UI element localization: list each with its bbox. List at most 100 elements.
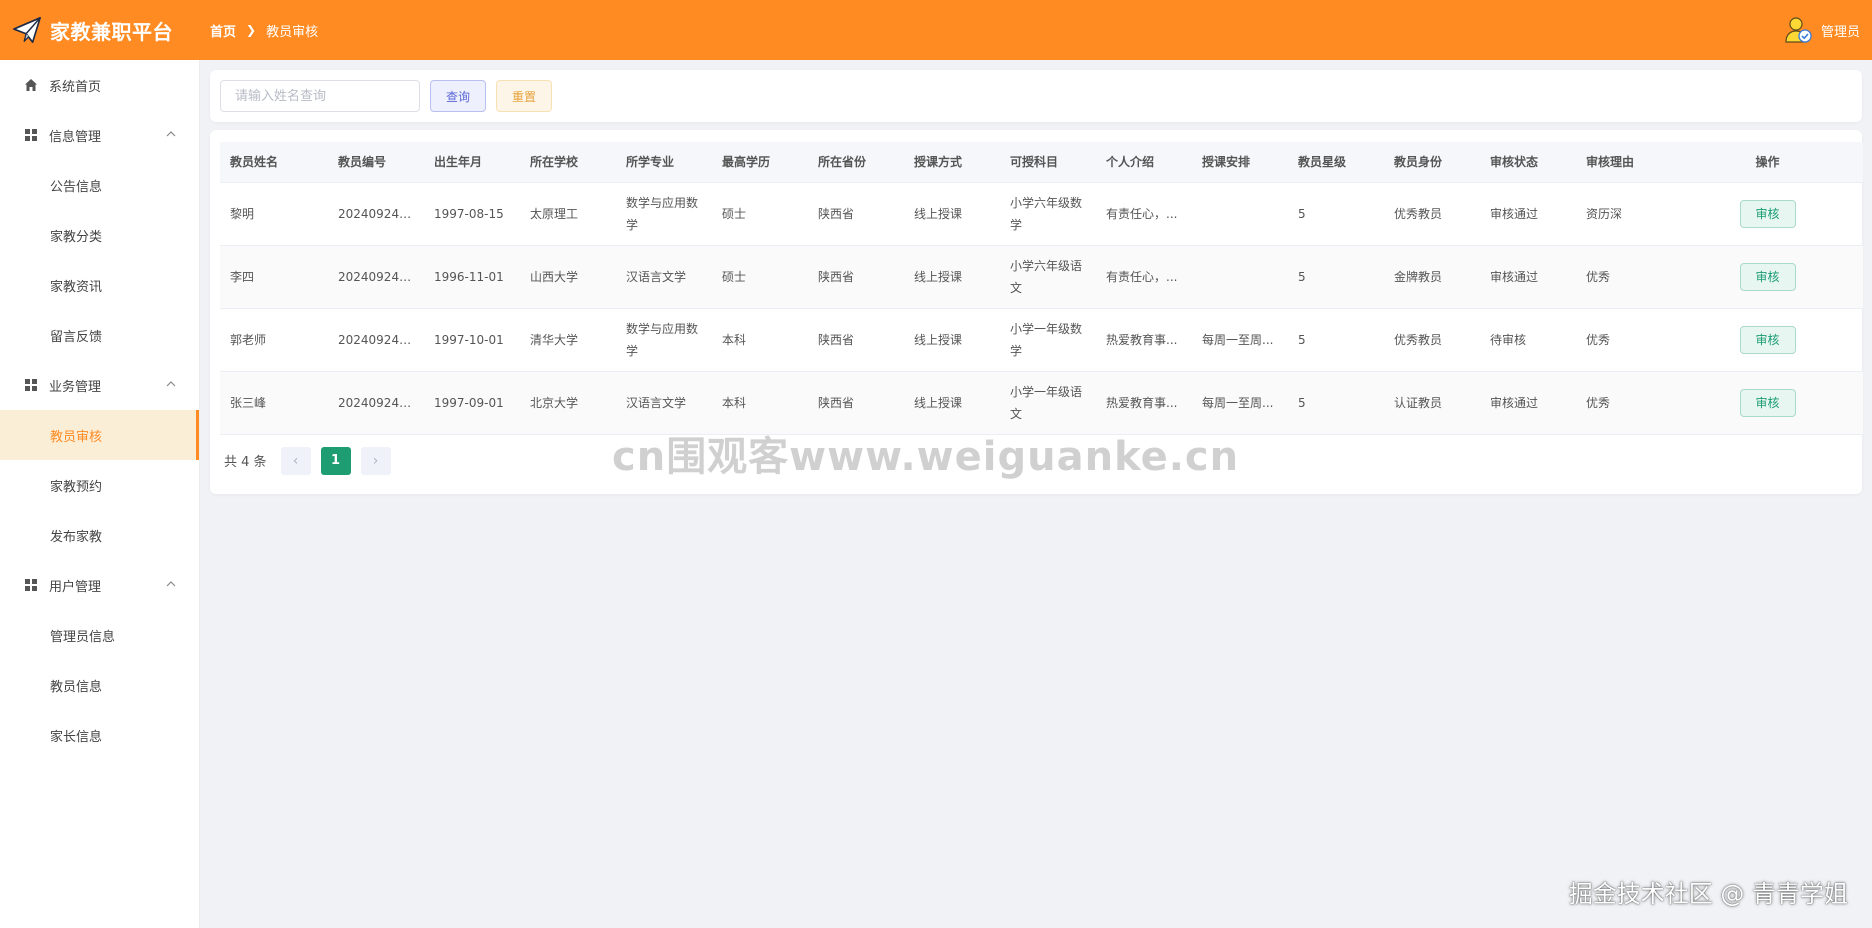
table-cell: 小学一年级数学 <box>1000 308 1096 372</box>
sidebar: 系统首页 信息管理 公告信息 家教分类 家教资讯 留言反馈 业务管理 教员审核 … <box>0 60 200 928</box>
tutor-table: 教员姓名 教员编号 出生年月 所在学校 所学专业 最高学历 所在省份 授课方式 可授科目 个人介绍… <box>220 142 1863 435</box>
next-page-button[interactable]: › <box>360 446 391 475</box>
table-cell: 1997-09-01 <box>424 371 520 435</box>
chevron-up-icon <box>166 381 176 387</box>
column-header: 教员编号 <box>328 142 424 183</box>
sidebar-item-tutor-info[interactable]: 教员信息 <box>0 660 199 710</box>
table-cell: 1997-10-01 <box>424 308 520 372</box>
table-cell <box>1192 245 1288 309</box>
sidebar-item-label: 业务管理 <box>49 379 102 395</box>
column-header: 可授科目 <box>1000 142 1096 183</box>
table-cell: 清华大学 <box>520 308 616 372</box>
table-cell: 审核通过 <box>1480 371 1576 435</box>
table-cell: 每周一至周... <box>1192 308 1288 372</box>
table-cell: 2024092400... <box>328 371 424 435</box>
table-cell: 线上授课 <box>904 308 1000 372</box>
column-header: 最高学历 <box>712 142 808 183</box>
column-header: 教员身份 <box>1384 142 1480 183</box>
breadcrumb-current: 教员审核 <box>266 24 319 40</box>
sidebar-item-label: 家教分类 <box>50 229 103 245</box>
table-cell: 优秀 <box>1576 371 1672 435</box>
table-cell-actions: 审核 <box>1672 182 1863 246</box>
prev-page-button[interactable]: ‹ <box>280 446 311 475</box>
column-header: 所学专业 <box>616 142 712 183</box>
table-cell: 审核通过 <box>1480 182 1576 246</box>
table-cell: 陕西省 <box>808 308 904 372</box>
query-button[interactable]: 查询 <box>430 80 486 112</box>
table-cell: 线上授课 <box>904 182 1000 246</box>
sidebar-item-label: 教员信息 <box>50 679 103 695</box>
table-cell: 5 <box>1288 182 1384 246</box>
table-cell: 热爱教育事... <box>1096 308 1192 372</box>
pagination-total: 共 4 条 <box>224 455 267 470</box>
column-header: 教员姓名 <box>220 142 328 183</box>
table-cell: 优秀教员 <box>1384 182 1480 246</box>
breadcrumb-home[interactable]: 首页 <box>210 21 236 40</box>
table-cell: 李四 <box>220 245 328 309</box>
sidebar-item-label: 用户管理 <box>49 579 102 595</box>
sidebar-item-label: 公告信息 <box>50 179 103 195</box>
app-title: 家教兼职平台 <box>50 19 173 44</box>
reset-button[interactable]: 重置 <box>496 80 552 112</box>
column-header: 审核状态 <box>1480 142 1576 183</box>
search-input[interactable] <box>220 80 420 112</box>
column-header: 所在省份 <box>808 142 904 183</box>
sidebar-item-feedback[interactable]: 留言反馈 <box>0 310 199 360</box>
sidebar-item-parent-info[interactable]: 家长信息 <box>0 710 199 760</box>
table-cell: 本科 <box>712 308 808 372</box>
table-cell: 2024092400... <box>328 308 424 372</box>
table-cell: 优秀 <box>1576 245 1672 309</box>
sidebar-item-tutor-review[interactable]: 教员审核 <box>0 410 199 460</box>
sidebar-item-home[interactable]: 系统首页 <box>0 60 199 110</box>
grid-icon <box>25 129 37 141</box>
chevron-right-icon: ❯ <box>246 23 257 37</box>
audit-button[interactable]: 审核 <box>1739 388 1796 417</box>
audit-button[interactable]: 审核 <box>1739 199 1796 228</box>
table-cell: 硕士 <box>712 245 808 309</box>
table-cell: 黎明 <box>220 182 328 246</box>
audit-button[interactable]: 审核 <box>1739 262 1796 291</box>
table-cell-actions: 审核 <box>1672 371 1863 435</box>
sidebar-item-announcements[interactable]: 公告信息 <box>0 160 199 210</box>
sidebar-item-tutor-categories[interactable]: 家教分类 <box>0 210 199 260</box>
table-cell: 数学与应用数学 <box>616 182 712 246</box>
page-number-current[interactable]: 1 <box>320 446 351 475</box>
corner-watermark: 掘金技术社区 @ 青青学姐 <box>1568 880 1848 908</box>
table-cell: 1997-08-15 <box>424 182 520 246</box>
sidebar-item-label: 发布家教 <box>50 529 103 545</box>
column-header: 所在学校 <box>520 142 616 183</box>
sidebar-item-label: 家长信息 <box>50 729 103 745</box>
grid-icon <box>25 579 37 591</box>
table-cell: 汉语言文学 <box>616 245 712 309</box>
table-cell: 认证教员 <box>1384 371 1480 435</box>
column-header: 教员星级 <box>1288 142 1384 183</box>
table-row: 郭老师 2024092400... 1997-10-01 清华大学 数学与应用数学 本科陕… <box>220 308 1863 372</box>
table-cell: 待审核 <box>1480 308 1576 372</box>
chevron-up-icon <box>166 131 176 137</box>
sidebar-group-users[interactable]: 用户管理 <box>0 560 199 610</box>
table-cell: 2024092411... <box>328 182 424 246</box>
sidebar-item-tutor-news[interactable]: 家教资讯 <box>0 260 199 310</box>
user-avatar-icon <box>1785 17 1812 43</box>
sidebar-group-info[interactable]: 信息管理 <box>0 110 199 160</box>
sidebar-item-label: 留言反馈 <box>50 329 103 345</box>
table-cell: 张三峰 <box>220 371 328 435</box>
table-cell: 小学六年级数学 <box>1000 182 1096 246</box>
top-header: 家教兼职平台 首页 ❯ 教员审核 管理员 <box>0 0 1872 60</box>
table-cell <box>1192 182 1288 246</box>
sidebar-group-business[interactable]: 业务管理 <box>0 360 199 410</box>
user-menu[interactable]: 管理员 <box>1783 0 1860 60</box>
app-logo[interactable]: 家教兼职平台 <box>0 15 200 45</box>
column-header: 操作 <box>1672 142 1863 183</box>
sidebar-item-admin-info[interactable]: 管理员信息 <box>0 610 199 660</box>
table-cell: 线上授课 <box>904 245 1000 309</box>
column-header: 个人介绍 <box>1096 142 1192 183</box>
sidebar-item-tutor-booking[interactable]: 家教预约 <box>0 460 199 510</box>
table-cell: 金牌教员 <box>1384 245 1480 309</box>
audit-button[interactable]: 审核 <box>1739 325 1796 354</box>
table-cell: 1996-11-01 <box>424 245 520 309</box>
table-cell: 小学六年级语文 <box>1000 245 1096 309</box>
table-cell: 太原理工 <box>520 182 616 246</box>
column-header: 授课方式 <box>904 142 1000 183</box>
sidebar-item-post-tutor[interactable]: 发布家教 <box>0 510 199 560</box>
